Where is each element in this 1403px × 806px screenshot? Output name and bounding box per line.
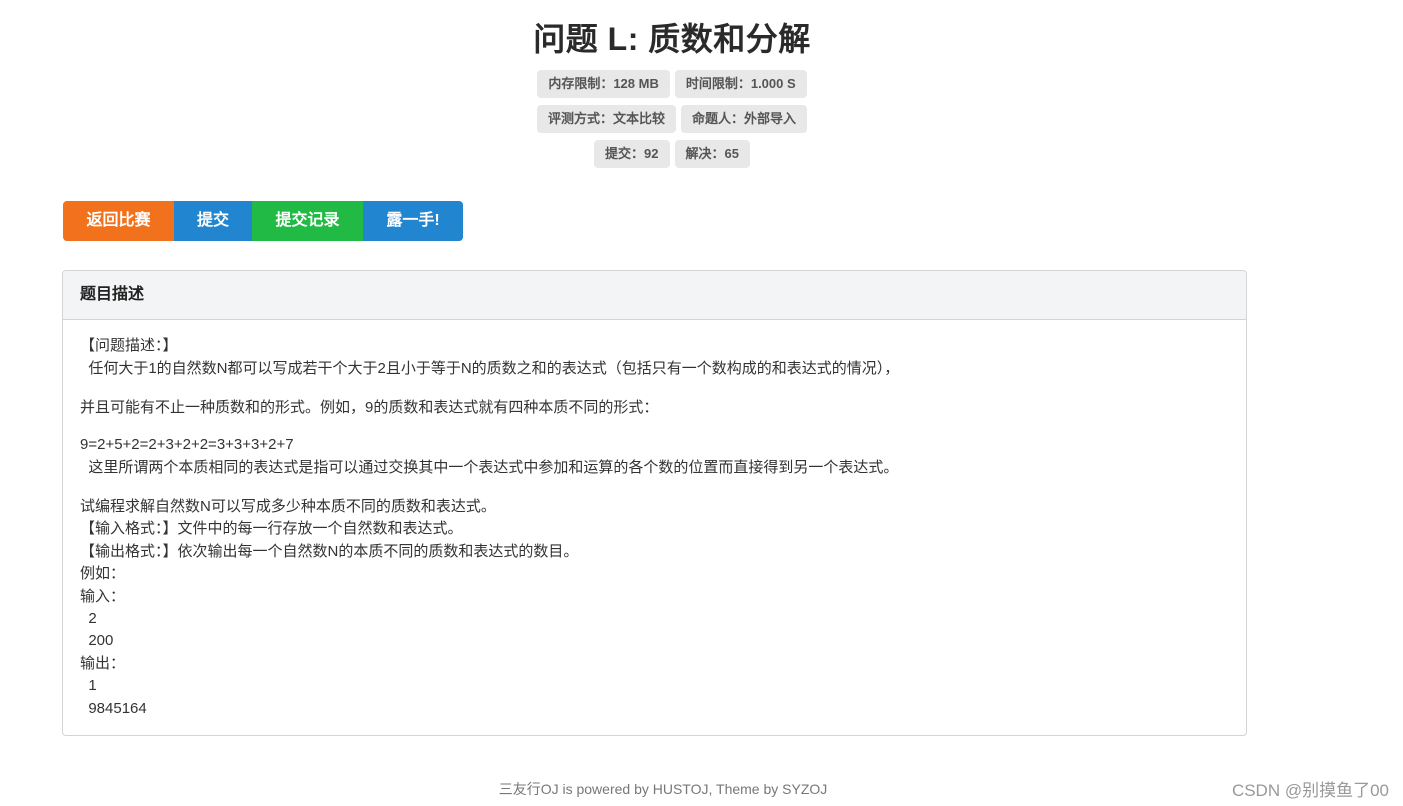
description-line: 1 <box>80 677 97 694</box>
judge-method-label: 评测方式：文本比较 <box>536 105 676 133</box>
problem-description-panel: 题目描述 【问题描述：】 任何大于1的自然数N都可以写成若干个大于2且小于等于N… <box>62 270 1247 736</box>
memory-limit-label: 内存限制：128 MB <box>537 70 670 98</box>
description-line: 例如： <box>80 565 126 582</box>
description-line: 【输入格式：】文件中的每一行存放一个自然数和表达式。 <box>80 520 463 537</box>
author-label: 命题人：外部导入 <box>681 105 808 133</box>
submit-button[interactable]: 提交 <box>174 201 252 241</box>
judge-row: 评测方式：文本比较 命题人：外部导入 <box>0 105 1344 133</box>
description-line: 输出： <box>80 655 126 672</box>
submit-records-button[interactable]: 提交记录 <box>252 201 363 241</box>
stats-row: 提交：92 解决：65 <box>0 140 1344 168</box>
back-to-contest-button[interactable]: 返回比赛 <box>63 201 174 241</box>
description-line: 9=2+5+2=2+3+2+2=3+3+3+2+7 <box>80 436 294 453</box>
submit-count-label: 提交：92 <box>594 140 670 168</box>
footer-text: 三友行OJ is powered by HUSTOJ, Theme by SYZ… <box>498 781 828 797</box>
description-line: 并且可能有不止一种质数和的形式。例如，9的质数和表达式就有四种本质不同的形式： <box>80 399 659 416</box>
description-line: 200 <box>80 632 114 649</box>
description-line: 【输出格式：】依次输出每一个自然数N的本质不同的质数和表达式的数目。 <box>80 543 579 560</box>
solved-count-label: 解决：65 <box>674 140 750 168</box>
description-line: 任何大于1的自然数N都可以写成若干个大于2且小于等于N的质数之和的表达式（包括只… <box>80 360 900 377</box>
action-button-group: 返回比赛 提交 提交记录 露一手! <box>63 201 463 241</box>
description-line: 2 <box>80 610 97 627</box>
description-line: 【问题描述：】 <box>80 337 178 354</box>
description-line: 试编程求解自然数N可以写成多少种本质不同的质数和表达式。 <box>80 498 496 515</box>
show-off-button[interactable]: 露一手! <box>363 201 463 241</box>
csdn-watermark: CSDN @别摸鱼了00 <box>1231 781 1389 800</box>
panel-header: 题目描述 <box>63 271 1246 320</box>
page-title: 问题 L: 质数和分解 <box>533 21 811 57</box>
description-line: 输入： <box>80 588 126 605</box>
problem-page: 问题 L: 质数和分解 内存限制：128 MB 时间限制：1.000 S 评测方… <box>0 0 1403 806</box>
time-limit-label: 时间限制：1.000 S <box>674 70 807 98</box>
limits-row: 内存限制：128 MB 时间限制：1.000 S <box>0 70 1344 98</box>
description-line: 这里所谓两个本质相同的表达式是指可以通过交换其中一个表达式中参加和运算的各个数的… <box>80 459 899 476</box>
description-line: 9845164 <box>80 700 147 717</box>
